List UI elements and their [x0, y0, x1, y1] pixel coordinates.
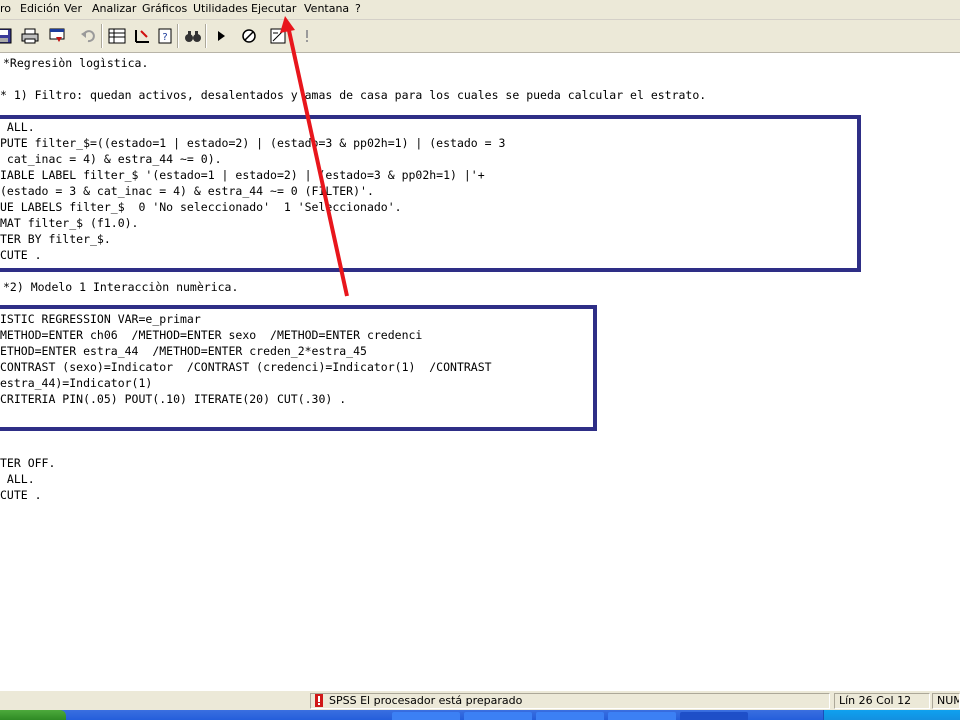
syntax-icon — [270, 28, 285, 43]
variables-icon — [134, 29, 149, 43]
print-icon — [21, 28, 38, 43]
menu-bar: ro Edición Ver Analizar Gráficos Utilida… — [0, 0, 960, 20]
taskbar-button[interactable] — [464, 712, 532, 720]
undo-icon — [80, 29, 95, 42]
variables-button[interactable] — [130, 24, 153, 47]
highlight-box-regression — [0, 305, 597, 431]
menu-edicion[interactable]: Edición — [20, 2, 60, 15]
info-icon — [305, 29, 308, 42]
toolbar-separator — [101, 24, 103, 48]
menu-help[interactable]: ? — [355, 2, 361, 15]
code-line: ALL. — [0, 472, 35, 486]
help-icon: ? — [158, 28, 171, 43]
menu-ver[interactable]: Ver — [64, 2, 82, 15]
status-position: Lín 26 Col 12 — [834, 693, 930, 709]
toolbar-separator — [205, 24, 207, 48]
menu-archivo[interactable]: ro — [0, 2, 11, 15]
code-line: *2) Modelo 1 Interacciòn numèrica. — [3, 280, 239, 294]
svg-text:?: ? — [162, 32, 167, 43]
menu-ventana[interactable]: Ventana — [304, 2, 349, 15]
system-tray — [823, 710, 960, 720]
dialog-recall-icon — [49, 28, 64, 42]
code-line: TER OFF. — [0, 456, 56, 470]
code-line: * 1) Filtro: quedan activos, desalentado… — [0, 88, 707, 102]
status-processor: SPSS El procesador está preparado — [310, 693, 830, 709]
status-processor-text: SPSS El procesador está preparado — [329, 694, 523, 707]
menu-analizar[interactable]: Analizar — [92, 2, 136, 15]
start-button[interactable] — [0, 710, 66, 720]
undo-button[interactable] — [76, 24, 99, 47]
find-icon — [184, 30, 201, 42]
taskbar-button[interactable] — [608, 712, 676, 720]
taskbar-button[interactable] — [536, 712, 604, 720]
code-line: *Regresiòn logìstica. — [3, 56, 149, 70]
menu-graficos[interactable]: Gráficos — [142, 2, 187, 15]
info-button[interactable] — [295, 24, 318, 47]
save-button[interactable] — [0, 24, 15, 47]
find-button[interactable] — [181, 24, 204, 47]
highlight-box-filter — [0, 115, 861, 272]
stop-icon — [241, 28, 256, 43]
dialog-recall-button[interactable] — [46, 24, 69, 47]
syntax-button[interactable] — [266, 24, 289, 47]
save-icon — [0, 28, 11, 43]
goto-case-button[interactable] — [105, 24, 128, 47]
taskbar-button-active[interactable] — [680, 712, 748, 720]
run-button[interactable] — [209, 24, 232, 47]
run-icon — [217, 30, 225, 41]
print-button[interactable] — [18, 24, 41, 47]
stop-button[interactable] — [237, 24, 260, 47]
taskbar-button[interactable] — [392, 712, 460, 720]
code-line: CUTE . — [0, 488, 42, 502]
goto-case-icon — [108, 28, 125, 43]
toolbar-separator — [177, 24, 179, 48]
syntax-editor[interactable]: *Regresiòn logìstica. * 1) Filtro: queda… — [0, 53, 960, 690]
help-button[interactable]: ? — [153, 24, 176, 47]
taskbar — [0, 710, 960, 720]
status-num: NUM — [932, 693, 960, 709]
toolbar: ? — [0, 20, 960, 53]
menu-ejecutar[interactable]: Ejecutar — [251, 2, 296, 15]
status-bar: SPSS El procesador está preparado Lín 26… — [0, 690, 960, 711]
menu-utilidades[interactable]: Utilidades — [193, 2, 248, 15]
warning-icon — [314, 694, 324, 707]
